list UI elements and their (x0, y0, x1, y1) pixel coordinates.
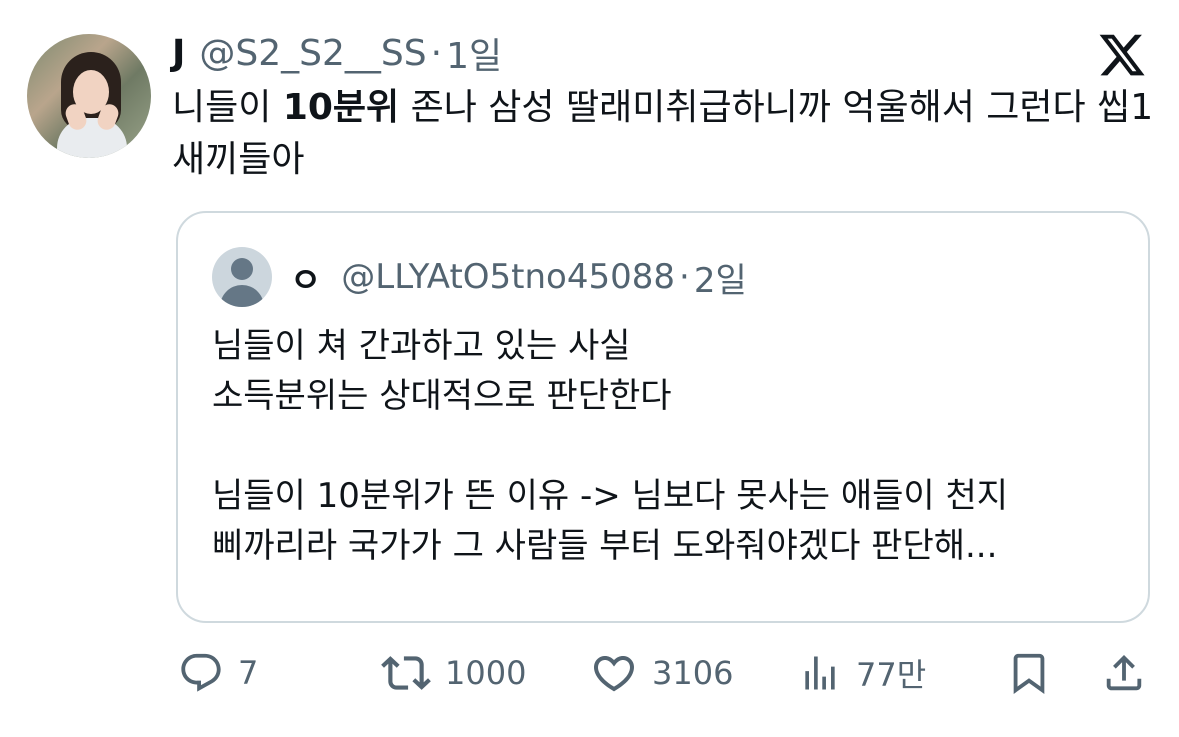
reply-icon (181, 653, 221, 692)
views-button[interactable]: 77만 (798, 646, 926, 700)
tweet-text-bold: 10분위 (282, 87, 400, 128)
default-avatar-head (231, 258, 253, 280)
quoted-tweet-timestamp[interactable]: 2일 (694, 253, 747, 302)
tweet-header: J @S2_S2__SS · 1일 (172, 28, 502, 78)
action-bar: 7 1000 3106 77만 (176, 646, 1150, 700)
header-separator: · (430, 32, 443, 74)
quoted-author-avatar[interactable] (212, 247, 272, 307)
quoted-text-line: 님들이 쳐 간과하고 있는 사실 (212, 326, 631, 366)
quoted-author-handle[interactable]: @LLYAtO5tno45088 (341, 257, 675, 297)
like-count: 3106 (652, 654, 734, 692)
author-handle[interactable]: @S2_S2__SS (199, 33, 426, 74)
quoted-tweet[interactable]: ㅇ @LLYAtO5tno45088 · 2일 님들이 쳐 간과하고 있는 사실… (176, 211, 1150, 623)
default-avatar-shoulders (220, 285, 264, 307)
views-count: 77만 (856, 656, 927, 694)
retweet-button[interactable]: 1000 (381, 646, 526, 700)
reply-button[interactable]: 7 (178, 646, 258, 700)
heart-icon (593, 656, 635, 692)
bookmark-icon (1013, 653, 1045, 694)
bookmark-button[interactable] (1006, 646, 1052, 700)
quoted-text-line: 님들이 10분위가 뜬 이유 -> 님보다 못사는 애들이 천지 (212, 476, 1009, 516)
views-icon (805, 656, 835, 690)
retweet-count: 1000 (445, 654, 527, 692)
tweet-text-part1: 니들이 (172, 87, 283, 128)
like-button[interactable]: 3106 (590, 646, 733, 700)
quoted-author-display-name[interactable]: ㅇ (290, 253, 321, 302)
quoted-text-line: 삐까리라 국가가 그 사람들 부터 도와줘야겠다 판단해... (212, 526, 998, 566)
quoted-tweet-header: ㅇ @LLYAtO5tno45088 · 2일 (290, 251, 747, 303)
avatar-body (57, 118, 127, 158)
reply-count: 7 (238, 654, 259, 692)
x-logo-icon (1099, 34, 1145, 76)
quoted-text-line: 소득분위는 상대적으로 판단한다 (212, 376, 672, 416)
share-icon (1106, 654, 1142, 691)
author-display-name[interactable]: J (172, 33, 185, 74)
retweet-icon (381, 656, 431, 690)
author-avatar[interactable] (27, 34, 151, 158)
quoted-header-separator: · (679, 257, 690, 297)
tweet-timestamp[interactable]: 1일 (446, 27, 502, 79)
quoted-text-line (212, 421, 1112, 471)
quoted-tweet-text: 님들이 쳐 간과하고 있는 사실 소득분위는 상대적으로 판단한다 님들이 10… (212, 321, 1112, 571)
tweet-text: 니들이 10분위 존나 삼성 딸래미취급하니까 억울해서 그런다 씹1새끼들아 (172, 82, 1162, 186)
share-button[interactable] (1101, 646, 1147, 700)
